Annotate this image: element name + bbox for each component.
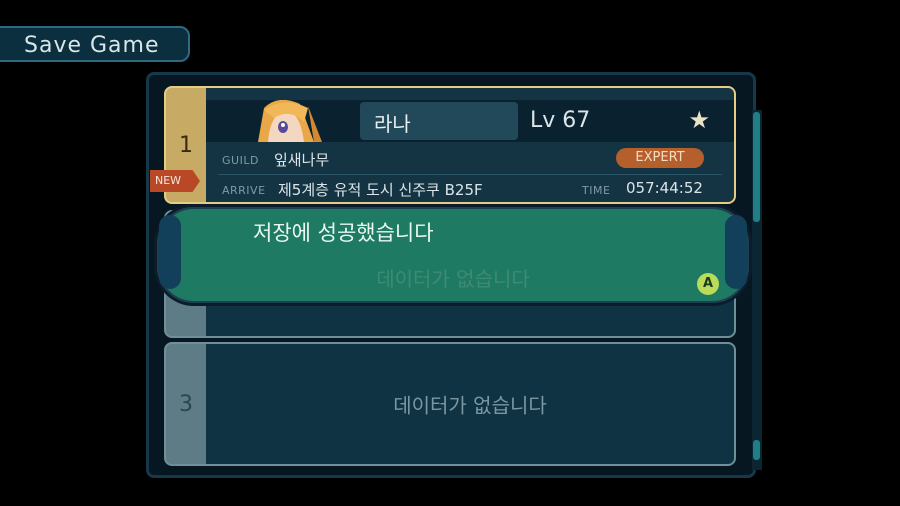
- screen-title: Save Game: [24, 33, 160, 58]
- empty-slot-text: 데이터가 없습니다: [393, 393, 547, 418]
- guild-label: GUILD: [222, 154, 259, 167]
- character-name-box: 라나: [360, 102, 518, 140]
- dialog-underlying-slot-text: 데이터가 없습니다: [376, 267, 530, 291]
- character-header: 라나 Lv 67 ★: [206, 100, 734, 142]
- arrive-label: ARRIVE: [222, 184, 266, 197]
- guild-value: 잎새나무: [274, 151, 330, 169]
- dialog-message: 저장에 성공했습니다: [253, 221, 434, 245]
- character-portrait: [238, 100, 354, 142]
- scrollbar-thumb[interactable]: [753, 112, 760, 222]
- scrollbar-bottom-marker: [753, 440, 760, 460]
- character-level: Lv 67: [530, 108, 591, 133]
- star-icon: ★: [688, 106, 710, 134]
- character-name: 라나: [374, 112, 411, 136]
- time-value: 057:44:52: [626, 179, 703, 197]
- time-label: TIME: [582, 184, 611, 197]
- save-slot-1[interactable]: 1 라나 Lv 67 ★ GUILD 잎새나무 EXPERT ARRIVE 제5…: [164, 86, 736, 204]
- slot-number: 3: [179, 391, 193, 417]
- save-slot-3[interactable]: 3 데이터가 없습니다: [164, 342, 736, 466]
- slot-body: 데이터가 없습니다: [206, 344, 734, 464]
- a-button-icon[interactable]: A: [697, 273, 719, 295]
- save-success-dialog[interactable]: 저장에 성공했습니다 데이터가 없습니다 A: [154, 204, 752, 306]
- difficulty-badge: EXPERT: [616, 148, 704, 168]
- slot-body: 라나 Lv 67 ★ GUILD 잎새나무 EXPERT ARRIVE 제5계층…: [206, 88, 734, 202]
- new-tag: NEW: [150, 170, 200, 192]
- arrive-value: 제5계층 유적 도시 신주쿠 B25F: [278, 181, 483, 199]
- screen-title-tab: Save Game: [0, 26, 190, 62]
- row-divider: [218, 174, 722, 175]
